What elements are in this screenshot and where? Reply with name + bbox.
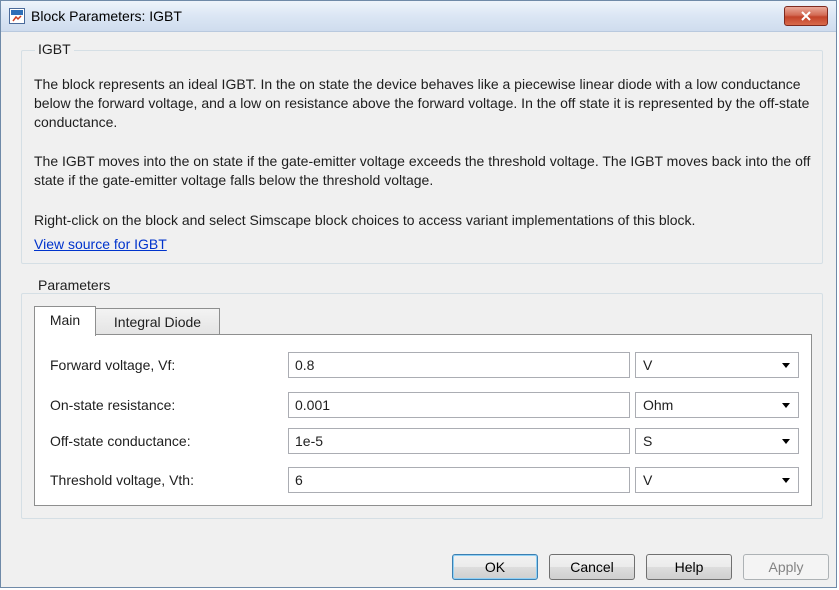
chevron-down-icon (782, 363, 790, 368)
help-button[interactable]: Help (646, 554, 732, 580)
forward-voltage-input[interactable] (288, 352, 630, 378)
cancel-button[interactable]: Cancel (549, 554, 635, 580)
close-icon (801, 11, 811, 21)
off-state-conductance-unit-select[interactable]: S (635, 428, 799, 454)
block-parameters-dialog: Block Parameters: IGBT IGBT The block re… (0, 0, 837, 588)
view-source-link[interactable]: View source for IGBT (34, 236, 167, 252)
on-state-resistance-unit-select[interactable]: Ohm (635, 392, 799, 418)
threshold-voltage-unit-select[interactable]: V (635, 467, 799, 493)
description-paragraph-3: Right-click on the block and select Sims… (34, 212, 696, 228)
threshold-voltage-label: Threshold voltage, Vth: (50, 472, 194, 488)
off-state-conductance-label: Off-state conductance: (50, 433, 191, 449)
apply-button[interactable]: Apply (743, 554, 829, 580)
off-state-conductance-unit-value: S (643, 433, 653, 449)
description-paragraph-1: The block represents an ideal IGBT. In t… (34, 76, 810, 130)
on-state-resistance-unit-value: Ohm (643, 397, 674, 413)
ok-button[interactable]: OK (452, 554, 538, 580)
description-group-title: IGBT (35, 41, 74, 57)
chevron-down-icon (782, 439, 790, 444)
title-bar[interactable]: Block Parameters: IGBT (1, 1, 836, 32)
close-button[interactable] (784, 6, 828, 26)
threshold-voltage-input[interactable] (288, 467, 630, 493)
tab-integral-diode[interactable]: Integral Diode (95, 308, 220, 336)
on-state-resistance-label: On-state resistance: (50, 397, 176, 413)
window-title: Block Parameters: IGBT (31, 8, 182, 24)
chevron-down-icon (782, 478, 790, 483)
description-paragraph-2: The IGBT moves into the on state if the … (34, 153, 811, 188)
forward-voltage-label: Forward voltage, Vf: (50, 357, 176, 373)
forward-voltage-unit-select[interactable]: V (635, 352, 799, 378)
chevron-down-icon (782, 403, 790, 408)
forward-voltage-unit-value: V (643, 357, 653, 373)
simulink-block-icon (9, 8, 25, 24)
threshold-voltage-unit-value: V (643, 472, 653, 488)
tab-main[interactable]: Main (34, 306, 96, 336)
on-state-resistance-input[interactable] (288, 392, 630, 418)
off-state-conductance-input[interactable] (288, 428, 630, 454)
parameters-group-title: Parameters (35, 277, 114, 293)
